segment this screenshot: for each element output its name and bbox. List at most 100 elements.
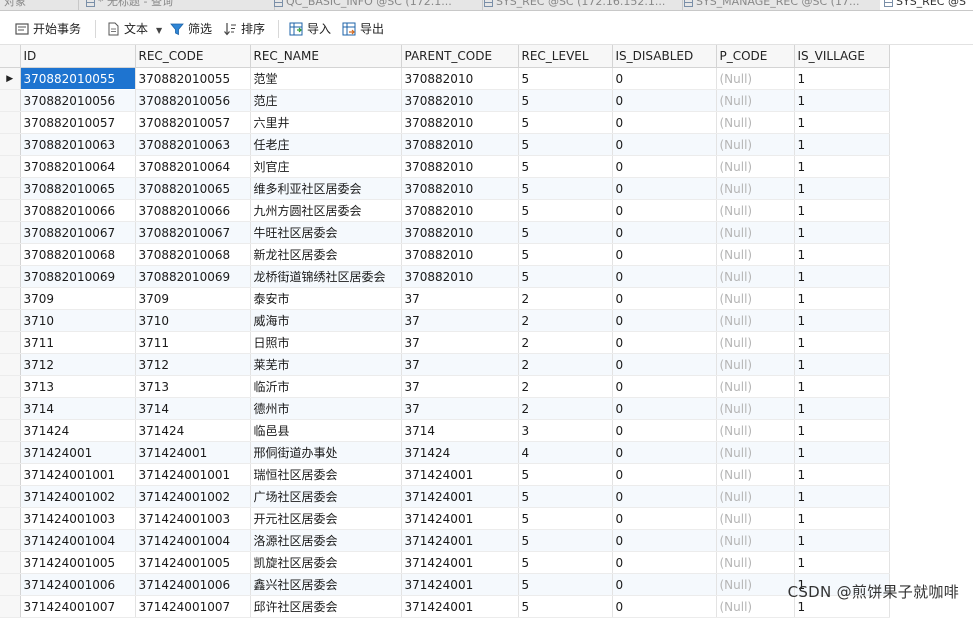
cell-rec-level[interactable]: 5 [518,221,613,244]
cell-parent-code[interactable]: 371424001 [401,595,519,618]
cell-rec-level[interactable]: 5 [518,89,613,112]
cell-rec-level[interactable]: 5 [518,463,613,486]
cell-rec-code[interactable]: 371424001006 [135,573,251,596]
row-indicator[interactable] [0,177,21,200]
cell-p-code[interactable]: (Null) [716,89,795,112]
cell-is-village[interactable]: 1 [794,265,890,288]
cell-id[interactable]: 370882010055 [20,67,136,90]
cell-rec-level[interactable]: 5 [518,243,613,266]
cell-parent-code[interactable]: 370882010 [401,177,519,200]
cell-p-code[interactable]: (Null) [716,595,795,618]
cell-id[interactable]: 3713 [20,375,136,398]
cell-id[interactable]: 370882010064 [20,155,136,178]
row-indicator[interactable] [0,331,21,354]
cell-is-disabled[interactable]: 0 [612,419,717,442]
row-indicator[interactable] [0,111,21,134]
column-header-is-disabled[interactable]: IS_DISABLED [612,45,717,68]
table-row[interactable]: ▶ 370882010055 370882010055 范堂 370882010 5 0 (N… [0,67,890,90]
cell-id[interactable]: 3712 [20,353,136,376]
cell-rec-name[interactable]: 任老庄 [250,133,402,156]
cell-p-code[interactable]: (Null) [716,529,795,552]
table-row[interactable]: 3709 3709 泰安市 37 2 0 (Null) 1 [0,287,890,310]
cell-rec-level[interactable]: 5 [518,67,613,90]
cell-rec-level[interactable]: 5 [518,529,613,552]
cell-rec-level[interactable]: 2 [518,353,613,376]
cell-parent-code[interactable]: 371424 [401,441,519,464]
cell-p-code[interactable]: (Null) [716,155,795,178]
column-header-parent-code[interactable]: PARENT_CODE [401,45,519,68]
cell-rec-level[interactable]: 5 [518,265,613,288]
cell-parent-code[interactable]: 370882010 [401,155,519,178]
row-indicator[interactable] [0,155,21,178]
cell-rec-name[interactable]: 广场社区居委会 [250,485,402,508]
cell-parent-code[interactable]: 370882010 [401,133,519,156]
row-indicator[interactable] [0,243,21,266]
table-row[interactable]: 371424 371424 临邑县 3714 3 0 (Null) 1 [0,419,890,442]
row-indicator[interactable] [0,199,21,222]
cell-rec-code[interactable]: 3714 [135,397,251,420]
cell-rec-code[interactable]: 371424001007 [135,595,251,618]
cell-rec-code[interactable]: 3710 [135,309,251,332]
column-header-rec-level[interactable]: REC_LEVEL [518,45,613,68]
cell-rec-level[interactable]: 5 [518,595,613,618]
table-row[interactable]: 371424001003 371424001003 开元社区居委会 371424001… [0,507,890,530]
cell-parent-code[interactable]: 37 [401,397,519,420]
cell-parent-code[interactable]: 371424001 [401,485,519,508]
cell-is-village[interactable]: 1 [794,133,890,156]
table-row[interactable]: 371424001002 371424001002 广场社区居委会 371424001… [0,485,890,508]
tab-objects[interactable]: 对象 [0,0,79,10]
cell-parent-code[interactable]: 37 [401,309,519,332]
cell-p-code[interactable]: (Null) [716,551,795,574]
cell-id[interactable]: 370882010057 [20,111,136,134]
tab-untitled-query[interactable]: * 无标题 - 查询 [82,0,275,10]
table-row[interactable]: 370882010069 370882010069 龙桥街道锦绣社区居委会 37088… [0,265,890,288]
cell-rec-level[interactable]: 2 [518,309,613,332]
cell-is-disabled[interactable]: 0 [612,441,717,464]
cell-is-village[interactable]: 1 [794,331,890,354]
cell-rec-level[interactable]: 5 [518,573,613,596]
cell-rec-level[interactable]: 5 [518,177,613,200]
cell-id[interactable]: 371424 [20,419,136,442]
cell-is-disabled[interactable]: 0 [612,177,717,200]
row-indicator[interactable] [0,265,21,288]
cell-is-village[interactable]: 1 [794,243,890,266]
cell-id[interactable]: 370882010056 [20,89,136,112]
cell-is-village[interactable]: 1 [794,397,890,420]
cell-rec-name[interactable]: 日照市 [250,331,402,354]
column-header-is-village[interactable]: IS_VILLAGE [794,45,890,68]
cell-p-code[interactable]: (Null) [716,287,795,310]
cell-rec-code[interactable]: 370882010055 [135,67,251,90]
cell-is-disabled[interactable]: 0 [612,265,717,288]
cell-rec-level[interactable]: 2 [518,287,613,310]
cell-id[interactable]: 371424001006 [20,573,136,596]
cell-is-village[interactable]: 1 [794,551,890,574]
cell-is-village[interactable]: 1 [794,67,890,90]
cell-rec-code[interactable]: 370882010057 [135,111,251,134]
row-indicator[interactable] [0,529,21,552]
cell-rec-name[interactable]: 临邑县 [250,419,402,442]
cell-rec-level[interactable]: 2 [518,397,613,420]
cell-rec-name[interactable]: 龙桥街道锦绣社区居委会 [250,265,402,288]
cell-parent-code[interactable]: 371424001 [401,463,519,486]
cell-rec-code[interactable]: 3709 [135,287,251,310]
cell-rec-code[interactable]: 371424001001 [135,463,251,486]
table-row[interactable]: 371424001 371424001 邢侗街道办事处 371424 4 0 (Null) 1 [0,441,890,464]
cell-id[interactable]: 3714 [20,397,136,420]
cell-id[interactable]: 3711 [20,331,136,354]
table-row[interactable]: 370882010068 370882010068 新龙社区居委会 370882010… [0,243,890,266]
cell-p-code[interactable]: (Null) [716,309,795,332]
cell-parent-code[interactable]: 370882010 [401,243,519,266]
table-row[interactable]: 3710 3710 威海市 37 2 0 (Null) 1 [0,309,890,332]
chevron-down-icon[interactable]: ▼ [156,26,162,35]
cell-is-village[interactable]: 1 [794,199,890,222]
table-row[interactable]: 371424001007 371424001007 邱许社区居委会 371424001… [0,595,890,618]
cell-is-village[interactable]: 1 [794,287,890,310]
cell-rec-name[interactable]: 瑞恒社区居委会 [250,463,402,486]
cell-is-disabled[interactable]: 0 [612,375,717,398]
cell-is-village[interactable]: 1 [794,441,890,464]
cell-rec-level[interactable]: 5 [518,133,613,156]
table-row[interactable]: 370882010067 370882010067 牛旺社区居委会 370882010… [0,221,890,244]
cell-rec-name[interactable]: 邱许社区居委会 [250,595,402,618]
cell-rec-code[interactable]: 370882010069 [135,265,251,288]
table-row[interactable]: 370882010063 370882010063 任老庄 370882010 5 0 (N… [0,133,890,156]
